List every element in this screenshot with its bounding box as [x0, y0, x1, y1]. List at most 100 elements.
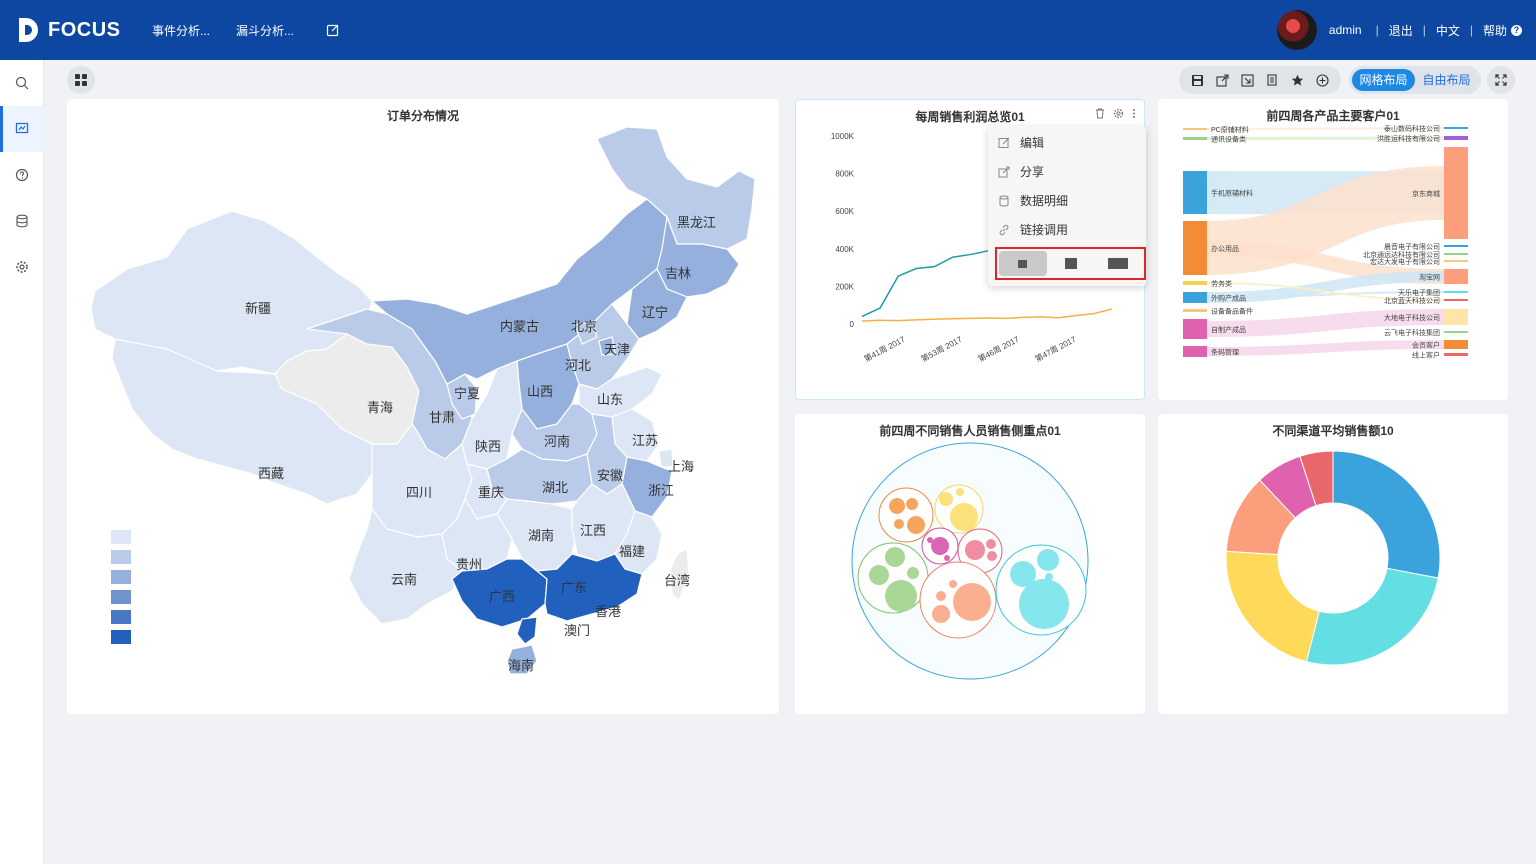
copy-icon[interactable] — [1266, 73, 1279, 87]
legend-swatch[interactable] — [111, 570, 131, 584]
edit-icon[interactable] — [326, 23, 340, 37]
bubble-panel[interactable]: 前四周不同销售人员销售侧重点01 — [795, 414, 1145, 714]
sankey-right-label: 大地电子科技公司 — [1384, 313, 1440, 322]
sankey-right-label: 北京蓝天科技公司 — [1384, 296, 1440, 305]
sankey-right-label: 宏达大发电子有限公司 — [1370, 257, 1440, 266]
avatar[interactable] — [1276, 10, 1317, 50]
bubble — [950, 503, 978, 531]
x-tick-label: 第47周 2017 — [1033, 334, 1078, 364]
logo-icon — [19, 18, 38, 42]
map-panel[interactable]: 订单分布情况 新疆 西藏 青海 甘肃 宁夏 内蒙古 黑龙江 吉林 辽宁 北京 天… — [67, 99, 779, 714]
sankey-node — [1183, 309, 1207, 312]
database-icon — [16, 214, 28, 228]
legend-swatch[interactable] — [111, 630, 131, 644]
map-label: 新疆 — [245, 301, 272, 316]
map-label: 福建 — [619, 544, 646, 559]
layout-toggle: 网格布局 自由布局 — [1349, 66, 1481, 94]
star-icon[interactable] — [1291, 74, 1304, 87]
menu-link-embed-label: 链接调用 — [1020, 223, 1069, 237]
size-large-option[interactable] — [1094, 251, 1142, 276]
menu-data-detail[interactable]: 数据明细 — [988, 186, 1146, 215]
sankey-node — [1444, 331, 1468, 333]
map-label: 辽宁 — [642, 305, 669, 320]
map-label: 香港 — [595, 604, 622, 619]
size-medium-option[interactable] — [1047, 251, 1095, 276]
sidebar-item-search[interactable] — [0, 60, 44, 106]
link-icon — [999, 224, 1009, 235]
bubble — [906, 498, 918, 510]
sankey-panel[interactable]: 前四周各产品主要客户01 PC原辅材料 通讯设备类 手机原辅材料 办公用品 劳务类 外购产… — [1158, 99, 1508, 400]
sankey-node — [1444, 260, 1468, 262]
logout-link[interactable]: 退出 — [1389, 22, 1413, 39]
sankey-left-label: PC原辅材料 — [1211, 125, 1249, 134]
grid-view-button[interactable] — [67, 66, 95, 94]
help-link[interactable]: 帮助 — [1483, 22, 1507, 39]
donut-slice[interactable] — [1225, 550, 1320, 663]
donut-panel[interactable]: 不同渠道平均销售额10 — [1158, 414, 1508, 714]
bubble — [936, 591, 946, 601]
nav-funnel-analysis[interactable]: 漏斗分析... — [236, 22, 294, 39]
y-tick-label: 600K — [835, 207, 854, 216]
sankey-left-label: 手机原辅材料 — [1211, 189, 1253, 198]
bubble — [932, 605, 950, 623]
save-icon[interactable] — [1191, 74, 1204, 87]
grid-icon — [75, 74, 87, 86]
sankey-node — [1444, 245, 1468, 247]
bubble — [927, 537, 933, 543]
share-icon[interactable] — [1216, 73, 1229, 87]
logo[interactable]: FOCUS — [16, 16, 136, 44]
sankey-right-label: 云飞电子科技集团 — [1384, 328, 1440, 337]
free-layout-option[interactable]: 自由布局 — [1415, 69, 1478, 91]
username[interactable]: admin — [1329, 23, 1362, 37]
sidebar-item-dashboard[interactable] — [0, 106, 44, 152]
donut-slice[interactable] — [1305, 567, 1439, 666]
sankey-right-label: 天乐电子集团 — [1398, 288, 1440, 297]
grid-layout-option[interactable]: 网格布局 — [1352, 69, 1415, 91]
export-icon[interactable] — [1241, 73, 1254, 87]
sankey-left-label: 条码管理 — [1211, 348, 1239, 357]
sankey-right-label: 晨音电子有限公司 — [1384, 242, 1440, 251]
settings-icon — [16, 261, 28, 273]
map-label: 重庆 — [478, 485, 505, 500]
x-tick-label: 第46周 2017 — [976, 334, 1021, 364]
bubble — [1045, 573, 1053, 581]
sidebar-item-settings[interactable] — [0, 244, 44, 290]
sidebar-item-data[interactable] — [0, 198, 44, 244]
fullscreen-button[interactable] — [1487, 66, 1515, 94]
map-label: 安徽 — [597, 468, 624, 483]
sidebar-item-help[interactable] — [0, 152, 44, 198]
sankey-node — [1183, 171, 1207, 214]
map-label: 西藏 — [258, 466, 285, 481]
menu-share[interactable]: 分享 — [988, 157, 1146, 186]
map-label: 云南 — [391, 572, 418, 587]
size-small-option[interactable] — [999, 251, 1047, 276]
add-icon[interactable] — [1316, 73, 1329, 87]
bubble — [889, 498, 905, 514]
legend-swatch[interactable] — [111, 530, 131, 544]
menu-link-embed[interactable]: 链接调用 — [988, 215, 1146, 244]
map-label: 浙江 — [648, 483, 675, 498]
sankey-right-label: 泰山数码科技公司 — [1384, 124, 1440, 133]
y-tick-label: 400K — [835, 245, 854, 254]
fullscreen-icon — [1495, 74, 1507, 86]
map-label: 内蒙古 — [500, 319, 540, 334]
menu-share-label: 分享 — [1020, 165, 1045, 179]
map-label: 山东 — [597, 392, 624, 407]
x-tick-label: 第53周 2017 — [919, 334, 964, 364]
help-icon[interactable]: ? — [1511, 24, 1522, 36]
y-tick-label: 0 — [850, 320, 855, 329]
sankey-node — [1444, 340, 1468, 349]
divider: | — [1422, 23, 1426, 37]
nav-event-analysis[interactable]: 事件分析... — [152, 22, 210, 39]
sankey-node — [1444, 291, 1468, 293]
donut-slice[interactable] — [1332, 450, 1441, 579]
menu-edit[interactable]: 编辑 — [988, 128, 1146, 157]
map-label: 澳门 — [564, 623, 591, 638]
language-link[interactable]: 中文 — [1436, 22, 1460, 39]
legend-swatch[interactable] — [111, 590, 131, 604]
legend-swatch[interactable] — [111, 610, 131, 624]
legend-swatch[interactable] — [111, 550, 131, 564]
sankey-right-label: 线上客户 — [1412, 351, 1440, 360]
sankey-left-label: 劳务类 — [1211, 279, 1232, 288]
y-tick-label: 800K — [835, 170, 854, 179]
